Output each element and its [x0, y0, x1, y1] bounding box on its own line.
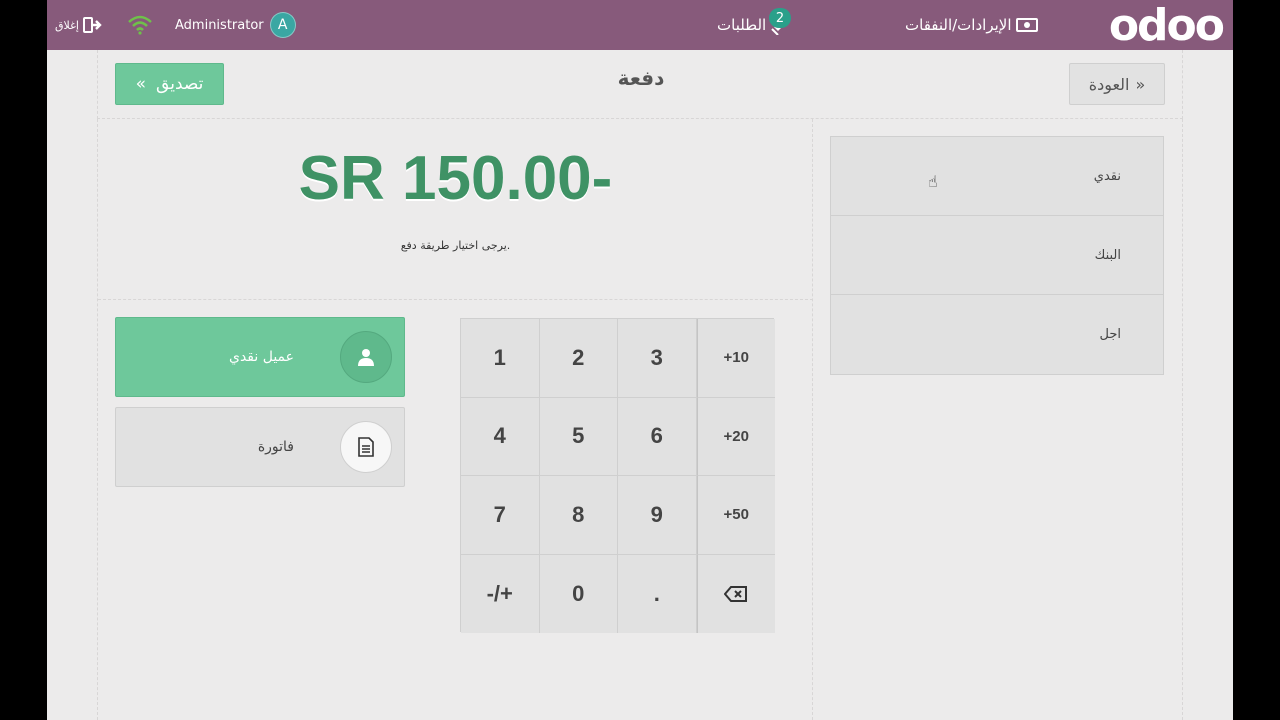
customer-button[interactable]: عميل نقدي — [115, 317, 405, 397]
document-icon — [340, 421, 392, 473]
numpad-key-5[interactable]: 5 — [539, 397, 618, 476]
numpad-key-7[interactable]: 7 — [461, 476, 540, 555]
amount-area: SR 150.00- يرجى اختيار طريقة دفع. — [98, 119, 813, 300]
payment-main: SR 150.00- يرجى اختيار طريقة دفع. عميل ن… — [97, 119, 813, 720]
money-icon — [1015, 18, 1038, 32]
numpad-key-plus-50[interactable]: +50 — [696, 476, 775, 555]
sign-out-icon — [82, 17, 102, 33]
invoice-label: فاتورة — [257, 439, 294, 455]
numpad-key-dot[interactable]: . — [618, 554, 697, 633]
payment-method-label: نقدي — [1093, 168, 1121, 184]
payment-method-label: البنك — [1094, 247, 1121, 263]
customer-label: عميل نقدي — [228, 349, 294, 365]
invoice-button[interactable]: فاتورة — [115, 407, 405, 487]
payment-methods-list: نقدي ☝ البنك اجل — [830, 136, 1164, 375]
payment-method-bank[interactable]: البنك — [831, 216, 1163, 295]
payment-header: « تصديق دفعة العودة » — [97, 50, 1183, 119]
user-menu[interactable]: Administrator A — [175, 0, 296, 50]
numpad-key-9[interactable]: 9 — [618, 476, 697, 555]
payment-method-label: اجل — [1099, 327, 1122, 342]
cash-in-out-button[interactable]: الإيرادات/النفقات — [905, 0, 1038, 50]
back-label: العودة — [1088, 74, 1130, 94]
orders-count-badge: 2 — [769, 8, 791, 28]
pos-app: إغلاق Administrator A الطلبات 2 الإيرادا… — [47, 0, 1233, 720]
numpad: 1 2 3 +10 4 5 6 +20 7 8 9 +50 -/+ 0 . — [460, 318, 775, 633]
close-label: إغلاق — [55, 18, 79, 32]
orders-button[interactable]: الطلبات 2 — [717, 0, 791, 50]
user-name: Administrator — [175, 17, 264, 33]
close-button[interactable]: إغلاق — [55, 0, 103, 50]
numpad-key-sign[interactable]: -/+ — [461, 554, 540, 633]
numpad-key-plus-10[interactable]: +10 — [696, 319, 775, 398]
payment-method-cash[interactable]: نقدي ☝ — [831, 137, 1163, 216]
payment-method-credit[interactable]: اجل — [831, 295, 1163, 374]
payment-amount: SR 150.00- — [298, 144, 613, 213]
orders-label: الطلبات — [717, 16, 767, 34]
payment-hint: يرجى اختيار طريقة دفع. — [400, 239, 511, 252]
back-button[interactable]: العودة » — [1069, 63, 1165, 105]
cash-in-out-label: الإيرادات/النفقات — [905, 16, 1012, 34]
backspace-icon — [724, 585, 748, 602]
numpad-key-1[interactable]: 1 — [461, 319, 540, 398]
numpad-key-6[interactable]: 6 — [618, 397, 697, 476]
numpad-key-4[interactable]: 4 — [461, 397, 540, 476]
hand-pointer-icon: ☝ — [928, 172, 938, 191]
wifi-icon — [127, 0, 153, 50]
numpad-key-8[interactable]: 8 — [539, 476, 618, 555]
page-title: دفعة — [617, 66, 665, 90]
avatar: A — [269, 12, 296, 38]
payment-methods-column: نقدي ☝ البنك اجل — [812, 119, 1183, 720]
user-icon — [340, 331, 392, 383]
top-bar: إغلاق Administrator A الطلبات 2 الإيرادا… — [47, 0, 1233, 51]
backspace-key[interactable] — [696, 554, 775, 633]
numpad-key-3[interactable]: 3 — [618, 319, 697, 398]
numpad-key-2[interactable]: 2 — [539, 319, 618, 398]
numpad-key-plus-20[interactable]: +20 — [696, 397, 775, 476]
odoo-logo: odoo — [1108, 0, 1225, 51]
numpad-key-0[interactable]: 0 — [539, 554, 618, 633]
double-chevron-right-icon: » — [1135, 74, 1146, 94]
